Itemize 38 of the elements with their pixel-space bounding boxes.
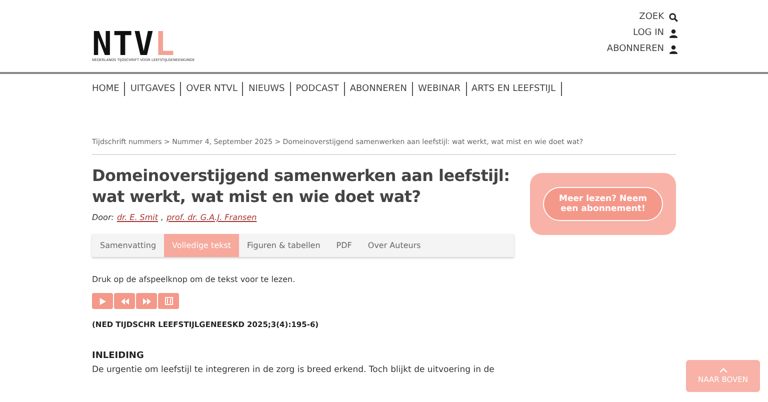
forward-icon [142,298,150,304]
play-icon [99,298,106,304]
header-link[interactable]: LOG IN [633,28,664,38]
nav-link[interactable]: UITGAVES [125,82,182,96]
columns-icon [164,297,172,305]
separator: , [161,213,164,222]
tab[interactable]: Over Auteurs [360,234,429,257]
byline-label: Door: [92,213,114,222]
nav-link[interactable]: ABONNEREN [344,82,413,96]
settings-button[interactable] [158,293,179,309]
header-link[interactable]: ZOEK [639,12,664,22]
tab[interactable]: Samenvatting [92,234,164,257]
nav-link[interactable]: HOME [92,82,126,96]
chevron-up-icon [718,368,728,373]
author-link[interactable]: dr. E. Smit [116,213,158,222]
logo-letter[interactable]: V [134,30,155,58]
search-icon[interactable] [669,12,678,22]
forward-button[interactable] [136,293,157,309]
author-link[interactable]: prof. dr. G.A.J. Fransen [166,213,257,222]
logo-letter[interactable]: N [92,30,113,58]
nav-link[interactable]: ARTS EN LEEFSTIJL [466,82,562,96]
paragraph: De urgentie om leefstijl te integreren in de zorg is breed erkend. Toch blijkt de uitvoering in de [92,364,496,377]
header-link[interactable]: ABONNEREN [606,44,664,54]
nav-link[interactable]: OVER NTVL [181,82,244,96]
play-button[interactable] [92,293,113,309]
nav-link[interactable]: WEBINAR [412,82,466,96]
rewind-button[interactable] [114,293,135,309]
tab[interactable]: PDF [328,234,360,257]
user-icon[interactable] [669,28,678,38]
logo-letter[interactable]: T [112,30,134,58]
section-heading: INLEIDING [92,351,145,361]
tab[interactable]: Figuren & tabellen [239,234,328,257]
rewind-icon [120,298,128,304]
nav-link[interactable]: NIEUWS [243,82,291,96]
article-title: Domeinoverstijgend samenwerken aan leefstijl: wat werkt, wat mist en wie doet wat? [92,165,511,207]
user-icon[interactable] [669,44,678,54]
player-hint: Druk op de afspeelknop om de tekst voor te lezen. [92,275,296,284]
nav-link[interactable]: PODCAST [290,82,345,96]
